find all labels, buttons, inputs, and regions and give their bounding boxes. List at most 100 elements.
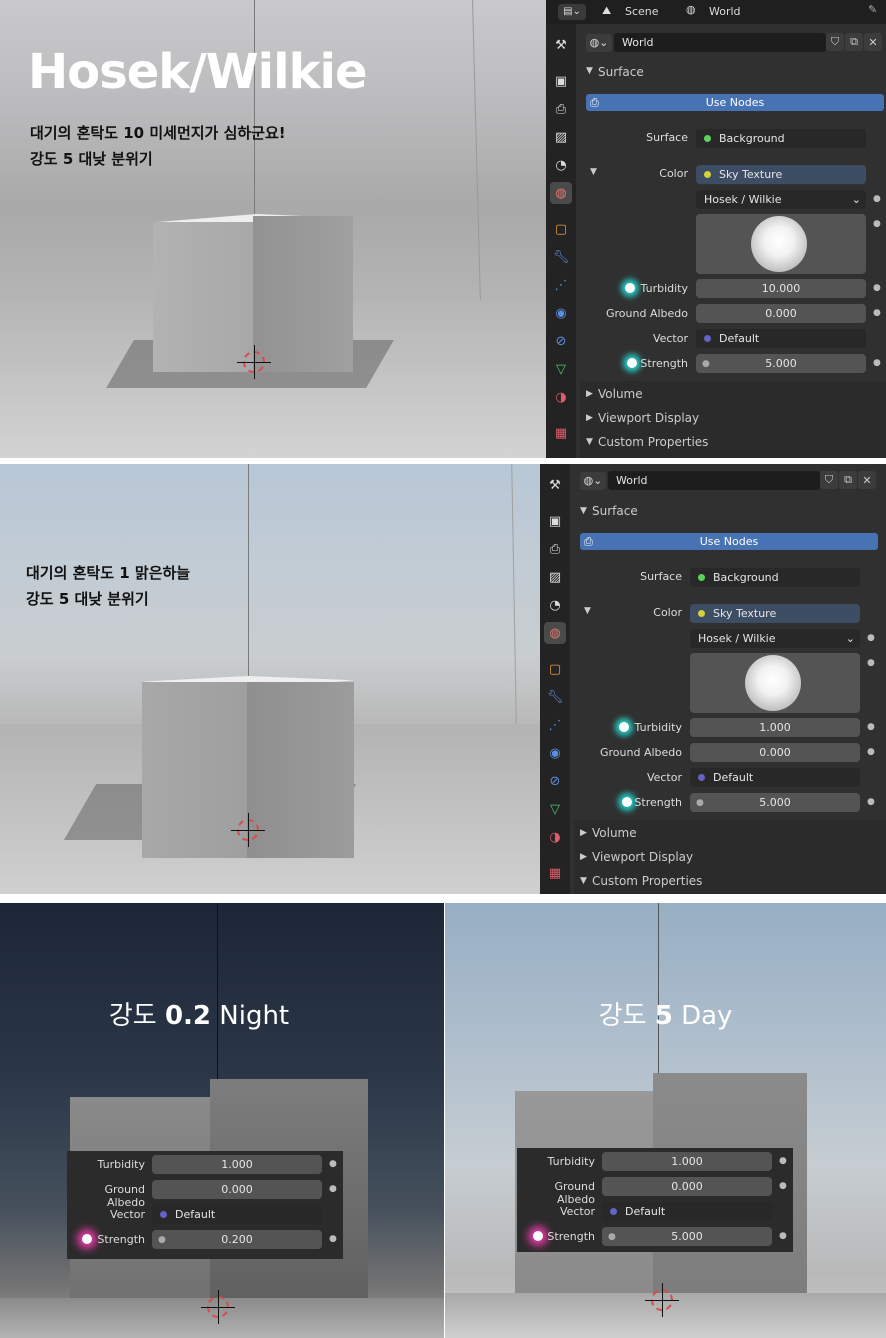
chevron-right-icon[interactable]: ▶ bbox=[580, 852, 587, 862]
render-icon[interactable]: ▣ bbox=[544, 510, 566, 532]
chevron-right-icon[interactable]: ▶ bbox=[586, 389, 593, 399]
world-icon[interactable]: ◍ bbox=[544, 622, 566, 644]
fake-user-button[interactable]: ⛉ bbox=[826, 33, 844, 51]
vector-field[interactable]: Default bbox=[602, 1202, 772, 1221]
title-value: 0.2 bbox=[164, 1001, 212, 1031]
view-layer-icon[interactable]: ▨ bbox=[550, 126, 572, 148]
viewport-day[interactable]: 강도 5 Day Turbidity 1.000 ● Ground Albedo… bbox=[445, 903, 886, 1338]
vector-socket-icon bbox=[160, 1211, 167, 1218]
chevron-right-icon[interactable]: ▶ bbox=[580, 828, 587, 838]
ground-albedo-field[interactable]: 0.000 bbox=[152, 1180, 322, 1199]
chevron-down-icon[interactable]: ▼ bbox=[580, 506, 587, 516]
pin-icon[interactable]: ✎ bbox=[868, 3, 877, 16]
world-name-field[interactable]: World bbox=[614, 33, 826, 52]
strength-label: Strength bbox=[97, 1233, 145, 1246]
turbidity-field[interactable]: 10.000 bbox=[696, 279, 866, 298]
viewport-night[interactable]: 강도 0.2 Night Turbidity 1.000 ● Ground Al… bbox=[0, 903, 444, 1338]
ground-albedo-field[interactable]: 0.000 bbox=[690, 743, 860, 762]
cube-left-face bbox=[153, 222, 253, 372]
texture-icon[interactable]: ▦ bbox=[544, 862, 566, 884]
texture-icon[interactable]: ▦ bbox=[550, 422, 572, 444]
custom-properties-header[interactable]: Custom Properties bbox=[592, 874, 702, 888]
object-icon[interactable]: ▢ bbox=[550, 218, 572, 240]
tool-icon[interactable]: ⚒ bbox=[550, 34, 572, 56]
fake-user-button[interactable]: ⛉ bbox=[820, 471, 838, 489]
material-icon[interactable]: ◑ bbox=[544, 826, 566, 848]
ground-albedo-field[interactable]: 0.000 bbox=[602, 1177, 772, 1196]
vector-field[interactable]: Default bbox=[696, 329, 866, 348]
constraints-icon[interactable]: ⊘ bbox=[544, 770, 566, 792]
color-socket-icon bbox=[698, 610, 705, 617]
surface-header[interactable]: Surface bbox=[598, 65, 644, 79]
output-icon[interactable]: ⎙ bbox=[550, 98, 572, 120]
color-field[interactable]: Sky Texture bbox=[696, 165, 866, 184]
color-field[interactable]: Sky Texture bbox=[690, 604, 860, 623]
scene-icon[interactable]: ◔ bbox=[544, 594, 566, 616]
world-browse-button[interactable]: ◍⌄ bbox=[586, 34, 612, 52]
world-icon[interactable]: ◍ bbox=[550, 182, 572, 204]
use-nodes-button[interactable]: ⎙ Use Nodes bbox=[586, 94, 884, 111]
surface-value: Background bbox=[713, 571, 779, 584]
surface-header[interactable]: Surface bbox=[592, 504, 638, 518]
modifier-icon[interactable]: 🔧︎ bbox=[544, 686, 566, 708]
3d-cursor[interactable] bbox=[645, 1283, 679, 1317]
output-icon[interactable]: ⎙ bbox=[544, 538, 566, 560]
viewport-1[interactable]: Hosek/Wilkie 대기의 혼탁도 10 미세먼지가 심하군요! 강도 5… bbox=[0, 0, 546, 458]
custom-properties-header[interactable]: Custom Properties bbox=[598, 435, 708, 449]
strength-field[interactable]: ● 0.200 bbox=[152, 1230, 322, 1249]
world-name-field[interactable]: World bbox=[608, 471, 820, 490]
tool-icon[interactable]: ⚒ bbox=[544, 474, 566, 496]
viewport-display-header[interactable]: Viewport Display bbox=[598, 411, 699, 425]
world-browse-button[interactable]: ◍⌄ bbox=[580, 472, 606, 490]
turbidity-field[interactable]: 1.000 bbox=[152, 1155, 322, 1174]
ground-albedo-field[interactable]: 0.000 bbox=[696, 304, 866, 323]
use-nodes-button[interactable]: ⎙ Use Nodes bbox=[580, 533, 878, 550]
modifier-icon[interactable]: 🔧︎ bbox=[550, 246, 572, 268]
viewport-display-header[interactable]: Viewport Display bbox=[592, 850, 693, 864]
chevron-right-icon[interactable]: ▶ bbox=[586, 413, 593, 423]
surface-label: Surface bbox=[640, 570, 682, 583]
scene-label[interactable]: Scene bbox=[625, 5, 659, 18]
socket-dot-icon: ● bbox=[608, 1231, 616, 1242]
physics-icon[interactable]: ◉ bbox=[550, 302, 572, 324]
data-icon[interactable]: ▽ bbox=[544, 798, 566, 820]
sky-type-dropdown[interactable]: Hosek / Wilkie ⌄ bbox=[696, 190, 866, 209]
object-icon[interactable]: ▢ bbox=[544, 658, 566, 680]
sky-type-dropdown[interactable]: Hosek / Wilkie ⌄ bbox=[690, 629, 860, 648]
scene-icon[interactable]: ◔ bbox=[550, 154, 572, 176]
3d-cursor[interactable] bbox=[201, 1290, 235, 1324]
scene-icon: ⛰ bbox=[602, 4, 612, 17]
volume-header[interactable]: Volume bbox=[592, 826, 637, 840]
3d-cursor[interactable] bbox=[237, 345, 271, 379]
strength-field[interactable]: ● 5.000 bbox=[602, 1227, 772, 1246]
viewport-2[interactable]: 대기의 혼탁도 1 맑은하늘 강도 5 대낮 분위기 bbox=[0, 464, 540, 894]
particles-icon[interactable]: ⋰ bbox=[544, 714, 566, 736]
shader-socket-icon bbox=[698, 574, 705, 581]
chevron-down-icon[interactable]: ▼ bbox=[586, 66, 593, 76]
chevron-down-icon[interactable]: ▼ bbox=[580, 876, 587, 886]
unlink-button[interactable]: ✕ bbox=[858, 471, 876, 489]
3d-cursor[interactable] bbox=[231, 813, 265, 847]
material-icon[interactable]: ◑ bbox=[550, 386, 572, 408]
duplicate-button[interactable]: ⧉ bbox=[845, 33, 863, 51]
physics-icon[interactable]: ◉ bbox=[544, 742, 566, 764]
data-icon[interactable]: ▽ bbox=[550, 358, 572, 380]
particles-icon[interactable]: ⋰ bbox=[550, 274, 572, 296]
strength-field[interactable]: ● 5.000 bbox=[690, 793, 860, 812]
constraints-icon[interactable]: ⊘ bbox=[550, 330, 572, 352]
volume-header[interactable]: Volume bbox=[598, 387, 643, 401]
vector-field[interactable]: Default bbox=[152, 1205, 322, 1224]
vector-field[interactable]: Default bbox=[690, 768, 860, 787]
turbidity-field[interactable]: 1.000 bbox=[690, 718, 860, 737]
surface-field[interactable]: Background bbox=[690, 568, 860, 587]
chevron-down-icon[interactable]: ▼ bbox=[586, 437, 593, 447]
surface-field[interactable]: Background bbox=[696, 129, 866, 148]
view-layer-icon[interactable]: ▨ bbox=[544, 566, 566, 588]
editor-type-button[interactable]: ▤⌄ bbox=[558, 4, 586, 20]
unlink-button[interactable]: ✕ bbox=[864, 33, 882, 51]
turbidity-field[interactable]: 1.000 bbox=[602, 1152, 772, 1171]
render-icon[interactable]: ▣ bbox=[550, 70, 572, 92]
strength-field[interactable]: ● 5.000 bbox=[696, 354, 866, 373]
duplicate-button[interactable]: ⧉ bbox=[839, 471, 857, 489]
world-label[interactable]: World bbox=[709, 5, 741, 18]
